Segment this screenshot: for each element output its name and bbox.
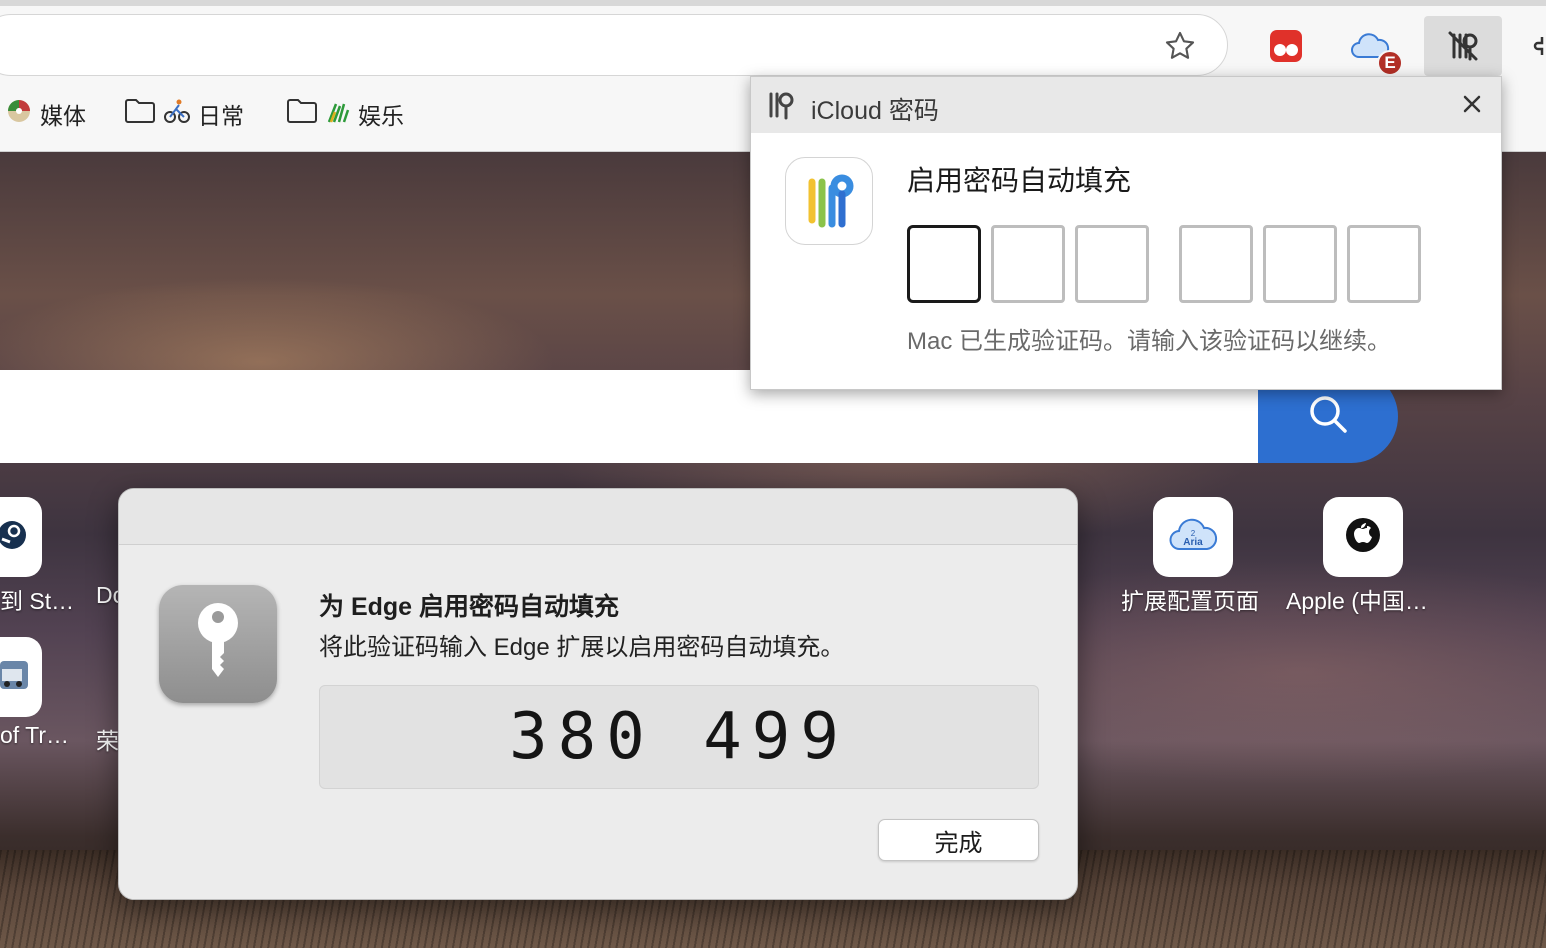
svg-text:Aria: Aria [1183,537,1203,548]
code-digit-input-3[interactable] [1075,225,1149,303]
chart-bars-icon [326,98,350,130]
code-digit-input-5[interactable] [1263,225,1337,303]
quick-link-label: 荣 [96,728,119,754]
cyclist-icon [164,98,190,130]
done-button[interactable]: 完成 [878,819,1039,861]
quick-link-tile-aria2[interactable]: 2 Aria [1153,497,1233,577]
media-disc-icon [6,98,32,130]
verification-code-dialog: 为 Edge 启用密码自动填充 将此验证码输入 Edge 扩展以启用密码自动填充… [118,488,1078,900]
popup-heading: 启用密码自动填充 [907,165,1132,196]
quick-link-label: 扩展配置页面 [1121,588,1259,614]
quick-link-label: 到 St… [0,588,75,614]
apple-logo-icon [1343,515,1383,560]
bookmark-item-media[interactable]: 媒体 [6,96,86,132]
extension-badge: E [1377,50,1403,76]
steam-icon [0,517,30,558]
favorite-star-icon[interactable] [1160,26,1200,66]
dialog-titlebar[interactable] [119,489,1077,545]
verification-code: 380 499 [319,685,1039,789]
icloud-keys-icon [765,89,797,126]
quick-link-tile-steam[interactable] [0,497,42,577]
truck-icon [0,657,30,698]
bookmark-folder-entertainment[interactable]: 娱乐 [286,96,404,132]
icloud-passwords-extension-icon[interactable] [1424,16,1502,76]
popup-title: iCloud 密码 [811,97,939,125]
address-bar[interactable] [0,14,1228,76]
extensions-puzzle-icon[interactable] [1520,18,1546,74]
folder-icon [124,97,156,131]
dialog-title: 为 Edge 启用密码自动填充 [319,593,620,621]
dialog-description: 将此验证码输入 Edge 扩展以启用密码自动填充。 [319,634,845,661]
key-icon [159,585,277,703]
quick-link-label: Apple (中国… [1286,588,1428,614]
quick-link-tile-truck[interactable] [0,637,42,717]
icloud-passwords-popup: iCloud 密码 启用密码自动填充 Mac 已生成验证码。请输入该验证码以继续… [750,76,1502,390]
close-icon[interactable] [1457,89,1487,119]
bookmark-label: 媒体 [40,103,86,129]
code-digit-input-4[interactable] [1179,225,1253,303]
folder-icon [286,97,318,131]
quick-link-label: of Tr… [0,722,70,748]
bookmark-label: 娱乐 [358,103,404,129]
search-icon [1307,393,1349,440]
popup-hint: Mac 已生成验证码。请输入该验证码以继续。 [907,328,1392,355]
aria2-cloud-icon: 2 Aria [1168,515,1218,560]
code-digit-input-2[interactable] [991,225,1065,303]
browser-toolbar [0,6,1546,78]
popup-header: iCloud 密码 [751,77,1501,133]
code-digit-input-6[interactable] [1347,225,1421,303]
bookmark-folder-daily[interactable]: 日常 [124,96,244,132]
bookmark-label: 日常 [198,103,244,129]
code-digit-input-1[interactable] [907,225,981,303]
passwords-app-icon [785,157,873,245]
quick-link-tile-apple[interactable] [1323,497,1403,577]
tampermonkey-extension-icon[interactable] [1258,18,1314,74]
